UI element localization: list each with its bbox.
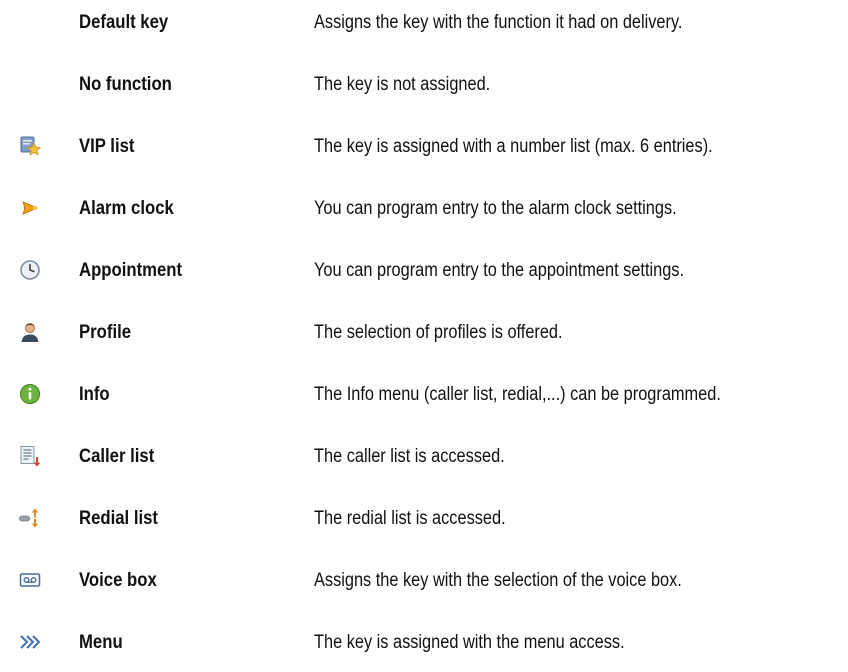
function-description: The key is not assigned. bbox=[314, 74, 491, 95]
profile-person-icon bbox=[18, 320, 42, 344]
vip-list-icon bbox=[18, 134, 42, 158]
function-description: The key is assigned with the menu access… bbox=[314, 632, 625, 653]
function-name: Default key bbox=[79, 12, 169, 33]
function-name: Caller list bbox=[79, 446, 155, 467]
voice-box-icon bbox=[18, 568, 42, 592]
function-name: Redial list bbox=[79, 508, 158, 529]
function-row-alarm-clock: Alarm clock You can program entry to the… bbox=[0, 188, 848, 228]
function-description: The key is assigned with a number list (… bbox=[314, 136, 713, 157]
function-row-voice-box: Voice box Assigns the key with the selec… bbox=[0, 560, 848, 600]
function-name: Menu bbox=[79, 632, 123, 653]
function-name: Profile bbox=[79, 322, 132, 343]
redial-list-icon bbox=[18, 506, 42, 530]
menu-arrows-icon bbox=[18, 630, 42, 654]
function-description: Assigns the key with the function it had… bbox=[314, 12, 683, 33]
function-description: The redial list is accessed. bbox=[314, 508, 506, 529]
function-row-no-function: No function The key is not assigned. bbox=[0, 64, 848, 104]
function-row-menu: Menu The key is assigned with the menu a… bbox=[0, 622, 848, 662]
info-icon bbox=[18, 382, 42, 406]
function-row-redial-list: Redial list The redial list is accessed. bbox=[0, 498, 848, 538]
function-row-profile: Profile The selection of profiles is off… bbox=[0, 312, 848, 352]
alarm-clock-icon bbox=[18, 196, 42, 220]
function-row-default-key: Default key Assigns the key with the fun… bbox=[0, 2, 848, 42]
function-description: Assigns the key with the selection of th… bbox=[314, 570, 682, 591]
function-description: You can program entry to the appointment… bbox=[314, 260, 685, 281]
function-description: You can program entry to the alarm clock… bbox=[314, 198, 677, 219]
function-description: The Info menu (caller list, redial,...) … bbox=[314, 384, 721, 405]
function-name: Info bbox=[79, 384, 110, 405]
function-name: Alarm clock bbox=[79, 198, 174, 219]
function-name: Appointment bbox=[79, 260, 183, 281]
function-row-caller-list: Caller list The caller list is accessed. bbox=[0, 436, 848, 476]
caller-list-icon bbox=[18, 444, 42, 468]
function-description: The caller list is accessed. bbox=[314, 446, 505, 467]
function-description: The selection of profiles is offered. bbox=[314, 322, 563, 343]
function-name: Voice box bbox=[79, 570, 157, 591]
appointment-clock-icon bbox=[18, 258, 42, 282]
function-row-info: Info The Info menu (caller list, redial,… bbox=[0, 374, 848, 414]
function-name: No function bbox=[79, 74, 172, 95]
function-row-vip-list: VIP list The key is assigned with a numb… bbox=[0, 126, 848, 166]
function-name: VIP list bbox=[79, 136, 135, 157]
function-row-appointment: Appointment You can program entry to the… bbox=[0, 250, 848, 290]
